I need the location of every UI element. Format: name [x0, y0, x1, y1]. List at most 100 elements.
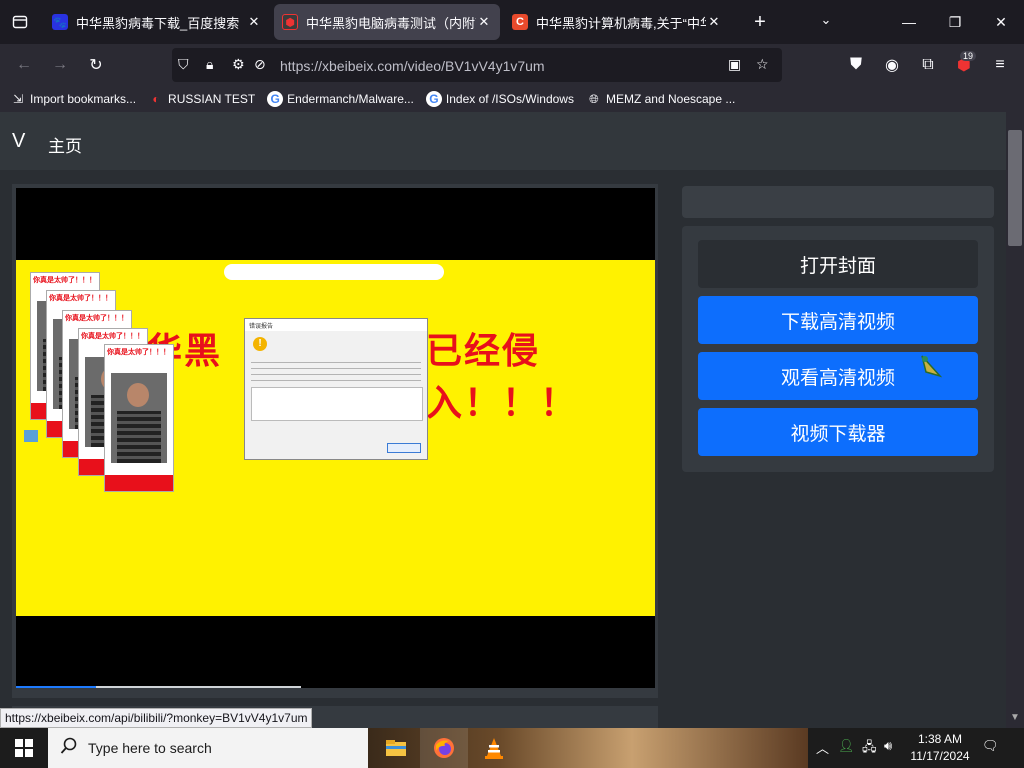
volume-icon[interactable]: 🔊︎ — [884, 738, 892, 754]
windows-start-icon[interactable] — [0, 728, 48, 768]
account-icon[interactable]: ◉ — [878, 52, 906, 78]
globe-icon: 🌐︎ — [589, 91, 599, 106]
scrollbar-thumb[interactable] — [1008, 130, 1022, 246]
new-tab-button[interactable]: + — [742, 4, 778, 40]
popup-caption: 你真是太帅了！！！ — [105, 345, 173, 359]
baidu-icon: 🐾 — [52, 14, 68, 30]
video-progress-bar[interactable] — [16, 686, 301, 688]
popup-bar — [105, 475, 173, 491]
tab-close-icon[interactable]: ✕ — [246, 14, 262, 30]
url-path: /video/BV1vV4y1v7um — [403, 58, 545, 74]
list-all-tabs-icon[interactable]: ⌄ — [814, 12, 838, 32]
autoplay-blocked-icon[interactable]: ⊘ — [254, 56, 266, 73]
back-icon[interactable]: ← — [10, 52, 38, 78]
clock-date: 11/17/2024 — [910, 749, 970, 763]
forward-icon[interactable]: → — [46, 52, 74, 78]
cursor-icon — [920, 354, 943, 380]
tab-csdn[interactable]: C 中华黑豹计算机病毒,关于“中华 ✕ — [504, 4, 730, 40]
web-page: V 主页 华黑 已经侵入！！！ 你真是太帅了！！！ 你真是太帅了！！！ 你真是太… — [0, 112, 1006, 728]
tab-xbeibeix-video[interactable]: ⬢ 中华黑豹电脑病毒测试（内附下 ✕ — [274, 4, 500, 40]
pocket-icon[interactable]: ⛊ — [842, 52, 870, 78]
menu-icon[interactable]: ≡ — [986, 52, 1014, 78]
dialog-textbox — [251, 387, 423, 421]
tab-title: 中华黑豹计算机病毒,关于“中华 — [536, 15, 706, 31]
popup-caption: 你真是太帅了！！！ — [79, 329, 147, 343]
video-popup-window: 你真是太帅了！！！ — [104, 344, 174, 492]
warning-icon: ! — [253, 337, 267, 351]
video-player[interactable]: 华黑 已经侵入！！！ 你真是太帅了！！！ 你真是太帅了！！！ 你真是太帅了！！！… — [16, 188, 655, 688]
video-panel: 华黑 已经侵入！！！ 你真是太帅了！！！ 你真是太帅了！！！ 你真是太帅了！！！… — [12, 184, 658, 698]
site-header: V 主页 — [0, 112, 1006, 170]
bookmark-russian-test[interactable]: ◐ RUSSIAN TEST — [148, 91, 255, 107]
bookmark-label: Endermanch/Malware... — [287, 92, 414, 106]
extensions-icon[interactable]: ⧉ — [914, 52, 942, 78]
desktop-icon — [24, 430, 38, 442]
home-link[interactable]: 主页 — [48, 132, 82, 157]
video-browser-search — [224, 264, 444, 280]
user-accounts-icon[interactable]: 👤︎ — [838, 738, 855, 754]
bookmarks-toolbar: ⇲ Import bookmarks... ◐ RUSSIAN TEST G E… — [0, 86, 1024, 112]
lock-icon[interactable]: 🔒︎ — [206, 56, 213, 73]
notifications-icon[interactable]: 🗨︎ — [982, 738, 999, 754]
firefox-icon[interactable] — [420, 728, 468, 768]
actions-panel: 打开封面 下载高清视频 观看高清视频 视频下载器 — [682, 226, 994, 472]
taskbar-clock[interactable]: 1:38 AM 11/17/2024 — [906, 731, 974, 765]
nav-bar: ← → ↻ ⛉ 🔒︎ ⚙ ⊘ https://xbeibeix.com/vide… — [0, 44, 1024, 86]
open-cover-button[interactable]: 打开封面 — [698, 240, 978, 288]
reload-icon[interactable]: ↻ — [82, 52, 110, 78]
tab-overview-icon[interactable] — [0, 0, 40, 44]
bookmark-label: RUSSIAN TEST — [168, 92, 256, 106]
video-downloader-button[interactable]: 视频下载器 — [698, 408, 978, 456]
url-text[interactable]: https://xbeibeix.com/video/BV1vV4y1v7um — [280, 58, 545, 74]
tab-title: 中华黑豹病毒下载_百度搜索 — [76, 15, 240, 31]
tab-close-icon[interactable]: ✕ — [476, 14, 492, 30]
reader-mode-icon[interactable]: ▣ — [728, 56, 741, 73]
taskbar-search-box[interactable]: Type here to search — [48, 728, 368, 768]
tab-bar: 🐾 中华黑豹病毒下载_百度搜索 ✕ ⬢ 中华黑豹电脑病毒测试（内附下 ✕ C 中… — [0, 0, 1024, 44]
minimize-icon[interactable]: — — [886, 0, 932, 44]
tab-baidu-search[interactable]: 🐾 中华黑豹病毒下载_百度搜索 ✕ — [44, 4, 270, 40]
video-error-dialog: 错误报告 ! — [244, 318, 428, 460]
import-icon: ⇲ — [12, 92, 24, 106]
permissions-icon[interactable]: ⚙ — [232, 56, 245, 73]
search-icon — [60, 737, 78, 760]
side-panel-header — [682, 186, 994, 218]
search-placeholder: Type here to search — [88, 740, 212, 756]
network-icon[interactable]: 🖧︎ — [862, 738, 877, 760]
site-logo[interactable]: V — [12, 130, 25, 153]
video-frame: 华黑 已经侵入！！！ 你真是太帅了！！！ 你真是太帅了！！！ 你真是太帅了！！！… — [16, 260, 655, 616]
shield-icon[interactable]: ⛉ — [178, 56, 189, 73]
progress-fill — [16, 686, 96, 688]
bookmark-endermanch[interactable]: G Endermanch/Malware... — [267, 91, 414, 107]
popup-caption: 你真是太帅了！！！ — [31, 273, 99, 287]
link-status-bar: https://xbeibeix.com/api/bilibili/?monke… — [0, 708, 313, 728]
scroll-down-icon[interactable]: ▼ — [1010, 712, 1020, 723]
clock-time: 1:38 AM — [917, 732, 963, 746]
show-hidden-icons-icon[interactable]: ︿ — [816, 738, 829, 757]
bookmark-label: Index of /ISOs/Windows — [445, 92, 574, 106]
windows-taskbar: Type here to search ︿ 👤︎ 🖧︎ 🔊︎ 1:38 AM 1… — [0, 728, 1024, 768]
screen: 🐾 中华黑豹病毒下载_百度搜索 ✕ ⬢ 中华黑豹电脑病毒测试（内附下 ✕ C 中… — [0, 0, 1024, 768]
dialog-text — [251, 359, 421, 381]
restore-icon[interactable]: ❐ — [932, 0, 978, 44]
google-icon: G — [267, 91, 284, 107]
download-hd-video-button[interactable]: 下载高清视频 — [698, 296, 978, 344]
google-icon: G — [425, 91, 442, 107]
url-host: https://xbeibeix.com — [280, 58, 404, 74]
popup-caption: 你真是太帅了！！！ — [47, 291, 115, 305]
tab-close-icon[interactable]: ✕ — [706, 14, 722, 30]
site-icon: ◐ — [152, 92, 160, 106]
bookmark-import[interactable]: ⇲ Import bookmarks... — [10, 91, 136, 107]
dialog-title: 错误报告 — [245, 319, 427, 331]
bookmark-isos[interactable]: G Index of /ISOs/Windows — [425, 91, 574, 107]
site-icon: ⬢ — [282, 14, 298, 30]
bookmark-star-icon[interactable]: ☆ — [756, 56, 769, 73]
vlc-icon[interactable] — [470, 728, 518, 768]
address-bar[interactable]: ⛉ 🔒︎ ⚙ ⊘ https://xbeibeix.com/video/BV1v… — [172, 48, 782, 82]
video-red-text: 已经侵入！！！ — [426, 330, 579, 423]
photo — [111, 373, 167, 463]
bookmark-memz[interactable]: 🌐︎ MEMZ and Noescape ... — [586, 91, 735, 107]
file-explorer-icon[interactable] — [372, 728, 420, 768]
close-window-icon[interactable]: ✕ — [978, 0, 1024, 44]
dialog-button — [387, 443, 421, 453]
